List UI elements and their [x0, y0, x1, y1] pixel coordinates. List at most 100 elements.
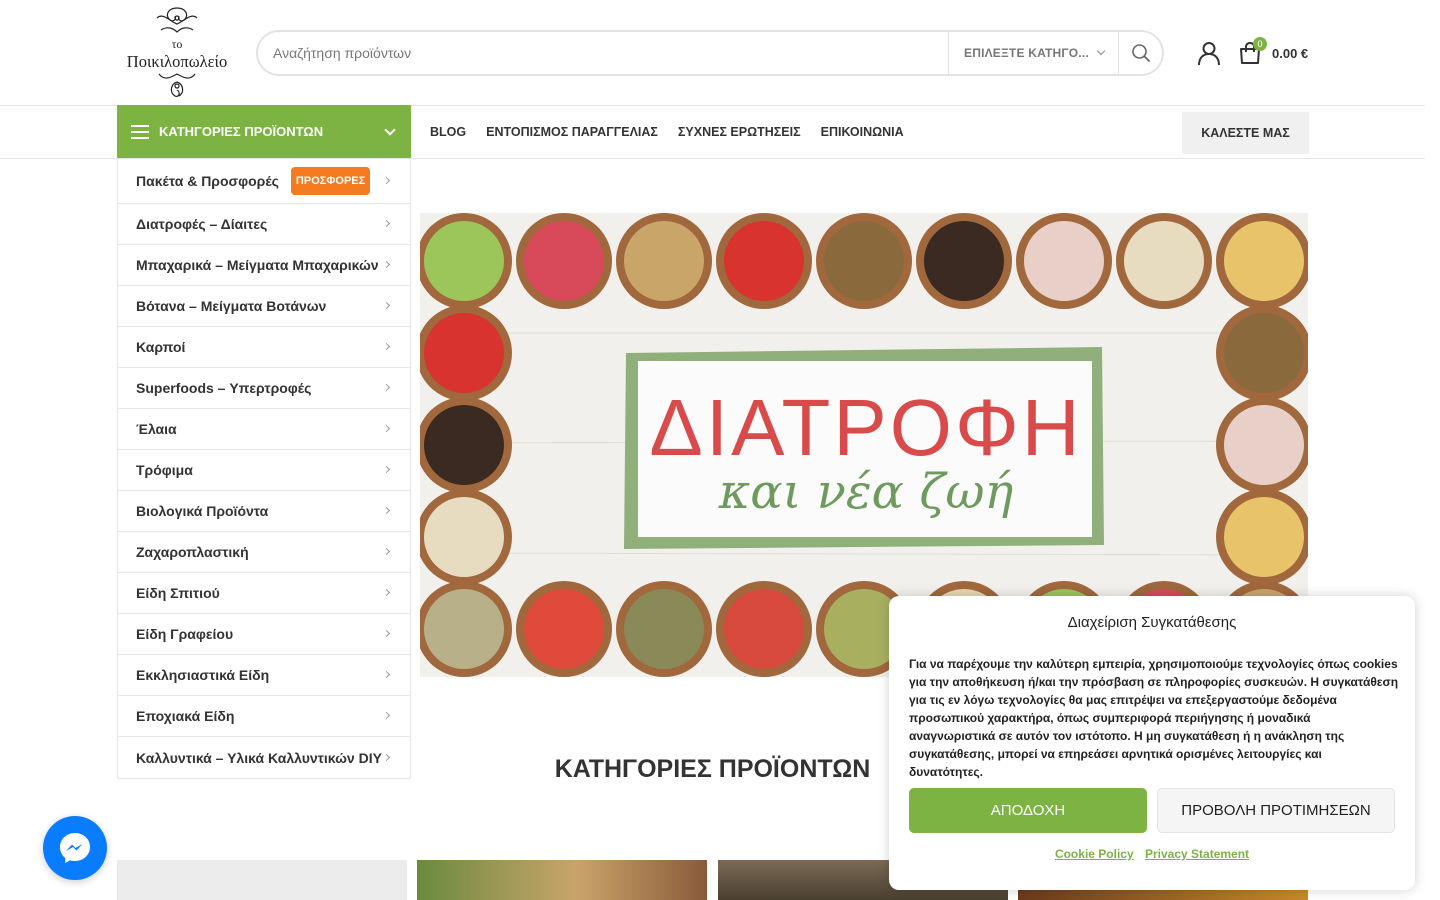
sidebar-item-packages-offers[interactable]: Πακέτα & Προσφορές ΠΡΟΣΦΟΡΕΣ [118, 159, 410, 204]
user-icon[interactable] [1196, 40, 1222, 66]
chevron-right-icon [382, 753, 391, 761]
cookie-policy-link[interactable]: Cookie Policy [1055, 847, 1134, 861]
chevron-down-icon [1096, 46, 1106, 56]
sidebar-item-oils[interactable]: Έλαια [118, 409, 410, 450]
sidebar-item-organic[interactable]: Βιολογικά Προϊόντα [118, 491, 410, 532]
food-bowl-contents [424, 313, 504, 393]
hero-subtitle: και νέα ζωή [718, 464, 1014, 520]
sidebar-item-label: Μπαχαρικά – Μείγματα Μπαχαρικών [136, 257, 379, 273]
food-bowl-contents [424, 589, 504, 669]
hero-title: ΔΙΑΤΡΟΦΗ [649, 383, 1082, 472]
svg-text:το: το [172, 37, 183, 51]
sidebar-item-herbs[interactable]: Βότανα – Μείγματα Βοτάνων [118, 286, 410, 327]
categories-menu-label: ΚΑΤΗΓΟΡΙΕΣ ΠΡΟΪΟΝΤΩΝ [159, 124, 324, 139]
chevron-right-icon [382, 424, 391, 433]
food-bowl-contents [624, 589, 704, 669]
cookie-links: Cookie Policy Privacy Statement [889, 847, 1415, 861]
food-bowl-contents [424, 497, 504, 577]
accept-cookies-button[interactable]: ΑΠΟΔΟΧΗ [909, 788, 1147, 833]
category-sidebar: Πακέτα & Προσφορές ΠΡΟΣΦΟΡΕΣ Διατροφές – … [117, 159, 411, 779]
food-bowl-contents [1224, 405, 1304, 485]
sidebar-item-label: Superfoods – Υπερτροφές [136, 380, 312, 396]
call-us-button[interactable]: ΚΑΛΕΣΤΕ ΜΑΣ [1182, 112, 1309, 154]
search-category-select[interactable]: ΕΠΙΛΕΞΤΕ ΚΑΤΗΓΟ... [948, 32, 1118, 74]
chevron-right-icon [382, 670, 391, 679]
food-bowl-contents [724, 221, 804, 301]
chevron-right-icon [382, 219, 391, 228]
sidebar-item-label: Εκκλησιαστικά Είδη [136, 667, 270, 683]
view-preferences-button[interactable]: ΠΡΟΒΟΛΗ ΠΡΟΤΙΜΗΣΕΩΝ [1157, 788, 1395, 833]
cart-total: 0.00 € [1272, 45, 1309, 61]
main-nav: BLOG ΕΝΤΟΠΙΣΜΟΣ ΠΑΡΑΓΓΕΛΙΑΣ ΣΥΧΝΕΣ ΕΡΩΤΗ… [430, 106, 924, 158]
nav-link-blog[interactable]: BLOG [430, 125, 466, 139]
search-bar: ΕΠΙΛΕΞΤΕ ΚΑΤΗΓΟ... [256, 30, 1164, 76]
messenger-chat-button[interactable] [43, 816, 107, 880]
food-bowl-contents [624, 221, 704, 301]
cart-count-badge: 0 [1253, 37, 1267, 51]
nav-link-contact[interactable]: ΕΠΙΚΟΙΝΩΝΙΑ [821, 125, 904, 139]
cookie-dialog-title: Διαχείριση Συγκατάθεσης [1067, 614, 1237, 631]
chevron-down-icon [384, 124, 396, 136]
search-icon [1131, 44, 1150, 62]
sidebar-item-label: Πακέτα & Προσφορές [136, 173, 279, 189]
food-bowl-contents [1024, 221, 1104, 301]
sidebar-item-label: Βότανα – Μείγματα Βοτάνων [136, 298, 327, 314]
sidebar-item-label: Καρποί [136, 339, 186, 355]
site-header: το Ποικιλοπωλείο ΕΠΙΛΕΞΤΕ ΚΑΤΗΓΟ... 0 0 [0, 0, 1425, 106]
chevron-right-icon [382, 629, 391, 638]
offers-badge: ΠΡΟΣΦΟΡΕΣ [290, 167, 371, 195]
menu-icon [131, 124, 149, 139]
site-logo[interactable]: το Ποικιλοπωλείο [117, 4, 237, 100]
sidebar-item-nuts[interactable]: Καρποί [118, 327, 410, 368]
sidebar-item-seasonal[interactable]: Εποχιακά Είδη [118, 696, 410, 737]
food-bowl-contents [824, 221, 904, 301]
category-tile[interactable] [117, 860, 407, 900]
sidebar-item-cosmetics[interactable]: Καλλυντικά – Υλικά Καλλυντικών DIY [118, 737, 410, 778]
sidebar-item-office[interactable]: Είδη Γραφείου [118, 614, 410, 655]
cookie-dialog-text: Για να παρέχουμε την καλύτερη εμπειρία, … [909, 657, 1399, 779]
chevron-right-icon [382, 383, 391, 392]
food-bowl-contents [724, 589, 804, 669]
messenger-icon [60, 833, 90, 863]
sidebar-item-label: Διατροφές – Δίαιτες [136, 216, 268, 232]
sidebar-item-label: Είδη Γραφείου [136, 626, 234, 642]
search-category-label: ΕΠΙΛΕΞΤΕ ΚΑΤΗΓΟ... [964, 46, 1089, 60]
chevron-right-icon [382, 465, 391, 474]
sidebar-item-foods[interactable]: Τρόφιμα [118, 450, 410, 491]
chevron-right-icon [382, 260, 391, 269]
chevron-right-icon [382, 342, 391, 351]
sidebar-item-label: Εποχιακά Είδη [136, 708, 235, 724]
food-bowl-contents [424, 405, 504, 485]
food-bowl-contents [1224, 313, 1304, 393]
search-input[interactable] [258, 32, 948, 74]
sidebar-item-label: Είδη Σπιτιού [136, 585, 220, 601]
cookie-consent-dialog: Διαχείριση Συγκατάθεσης Για να παρέχουμε… [889, 596, 1415, 890]
chevron-right-icon [382, 547, 391, 556]
sidebar-item-pastry[interactable]: Ζαχαροπλαστική [118, 532, 410, 573]
chevron-right-icon [382, 711, 391, 720]
sidebar-item-label: Έλαια [136, 421, 177, 437]
category-tile[interactable] [417, 860, 707, 900]
svg-text:Ποικιλοπωλείο: Ποικιλοπωλείο [127, 52, 227, 71]
header-actions: 0 0.00 € [1196, 36, 1308, 70]
search-button[interactable] [1118, 32, 1162, 74]
sidebar-item-spices[interactable]: Μπαχαρικά – Μείγματα Μπαχαρικών [118, 245, 410, 286]
categories-menu-toggle[interactable]: ΚΑΤΗΓΟΡΙΕΣ ΠΡΟΪΟΝΤΩΝ [117, 105, 411, 158]
food-bowl-contents [524, 221, 604, 301]
food-bowl-contents [1124, 221, 1204, 301]
food-bowl-contents [924, 221, 1004, 301]
chevron-right-icon [382, 506, 391, 515]
sidebar-item-diets[interactable]: Διατροφές – Δίαιτες [118, 204, 410, 245]
sidebar-item-church[interactable]: Εκκλησιαστικά Είδη [118, 655, 410, 696]
cart-button[interactable]: 0 0.00 € [1238, 37, 1309, 65]
privacy-statement-link[interactable]: Privacy Statement [1145, 847, 1249, 861]
nav-link-faq[interactable]: ΣΥΧΝΕΣ ΕΡΩΤΗΣΕΙΣ [678, 125, 801, 139]
sidebar-item-superfoods[interactable]: Superfoods – Υπερτροφές [118, 368, 410, 409]
sidebar-item-home[interactable]: Είδη Σπιτιού [118, 573, 410, 614]
sidebar-item-label: Καλλυντικά – Υλικά Καλλυντικών DIY [136, 749, 382, 766]
food-bowl-contents [1224, 221, 1304, 301]
sidebar-item-label: Ζαχαροπλαστική [136, 544, 249, 560]
nav-link-order-tracking[interactable]: ΕΝΤΟΠΙΣΜΟΣ ΠΑΡΑΓΓΕΛΙΑΣ [486, 125, 658, 139]
chevron-right-icon [382, 301, 391, 310]
chevron-right-icon [382, 588, 391, 597]
